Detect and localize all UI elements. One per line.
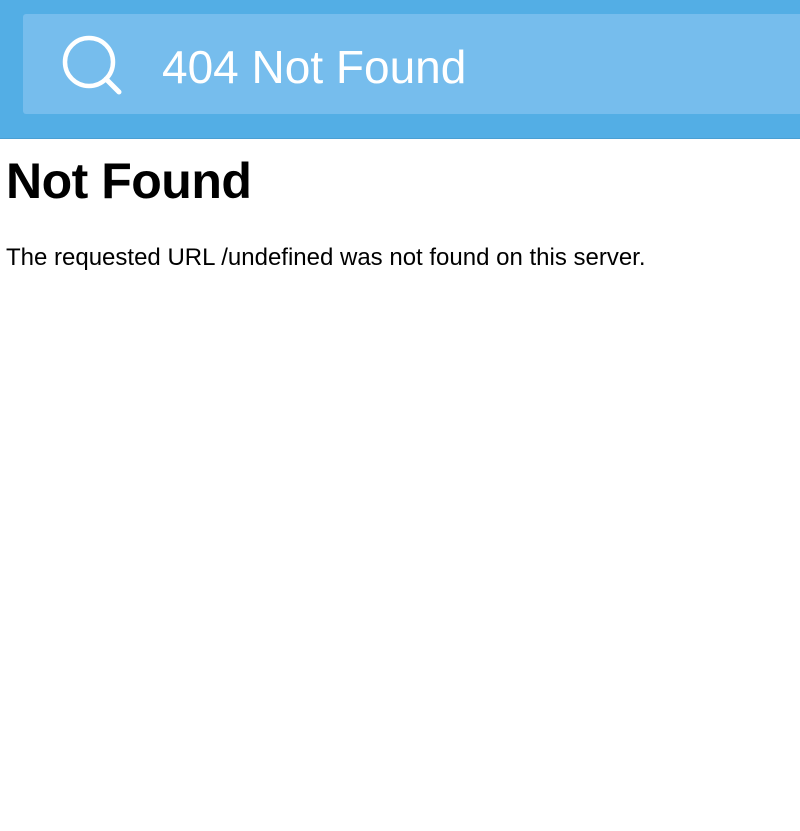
search-icon[interactable] bbox=[60, 34, 124, 98]
top-bar: 404 Not Found bbox=[0, 0, 800, 139]
search-input-text[interactable]: 404 Not Found bbox=[162, 38, 466, 96]
page-content: Not Found The requested URL /undefined w… bbox=[6, 150, 786, 274]
error-message: The requested URL /undefined was not fou… bbox=[6, 244, 646, 271]
page-title: Not Found bbox=[6, 153, 252, 209]
